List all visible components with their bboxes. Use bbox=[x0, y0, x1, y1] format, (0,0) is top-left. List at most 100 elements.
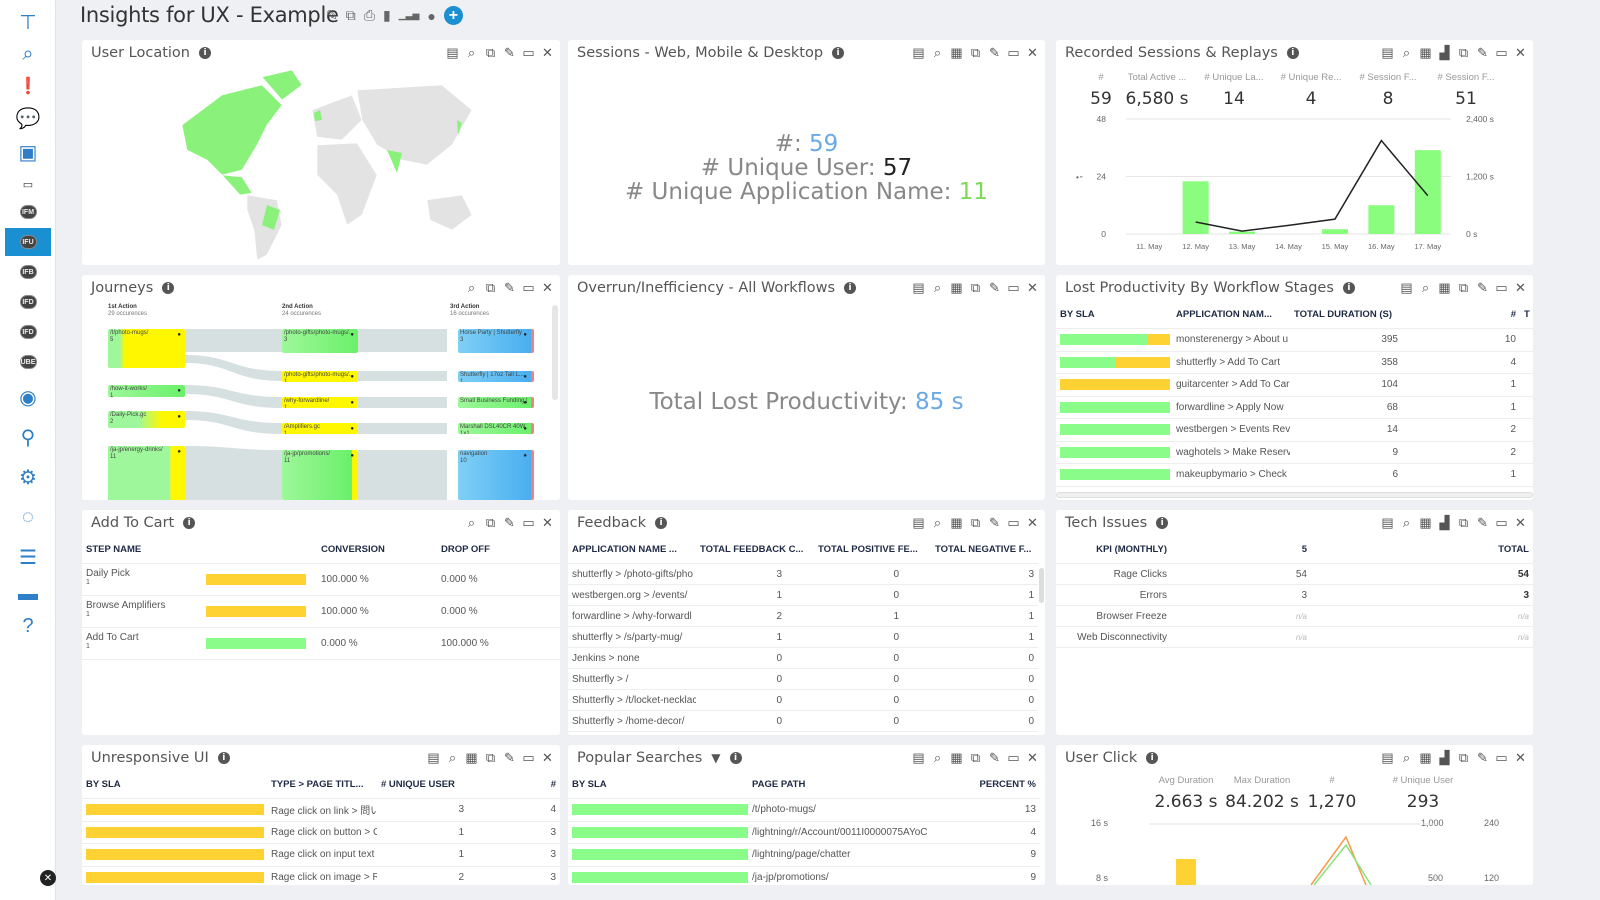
maximize-icon[interactable]: ▭ bbox=[1495, 750, 1508, 766]
maximize-icon[interactable]: ▭ bbox=[1007, 750, 1020, 766]
info-icon[interactable]: i bbox=[217, 752, 230, 764]
copy-icon[interactable]: ⧉ bbox=[484, 515, 497, 531]
info-icon[interactable]: i bbox=[183, 517, 196, 529]
calendar-icon[interactable]: ▦ bbox=[950, 750, 963, 766]
sidebar-item-sliders[interactable]: ☰ bbox=[6, 543, 50, 571]
table-row[interactable]: Rage Clicks 54 54 bbox=[1056, 563, 1533, 585]
journey-node[interactable]: Horse Party | Shutterfly 3 ● bbox=[458, 329, 534, 353]
copy-icon[interactable]: ⧉ bbox=[484, 750, 497, 766]
zoom-icon[interactable]: ⌕ bbox=[1400, 515, 1413, 531]
table-row[interactable]: Rage click on button > G13 bbox=[82, 821, 560, 844]
edit-icon[interactable]: ✎ bbox=[988, 515, 1001, 531]
sidebar-item-database[interactable]: ◉ bbox=[6, 383, 50, 411]
column-header[interactable]: # bbox=[482, 775, 560, 799]
maximize-icon[interactable]: ▭ bbox=[522, 45, 535, 61]
close-icon[interactable]: ✕ bbox=[541, 45, 554, 61]
table-row[interactable]: /lightning/page/chatter 9 bbox=[568, 843, 1040, 867]
close-icon[interactable]: ✕ bbox=[1026, 280, 1039, 296]
add-icon[interactable]: + bbox=[443, 6, 463, 25]
table-row[interactable]: forwardline > /why-forwardl 2 1 1 bbox=[568, 605, 1038, 627]
column-header[interactable]: TOTAL FEEDBACK C... bbox=[696, 540, 814, 564]
column-header[interactable]: T bbox=[1520, 305, 1533, 329]
comment-icon[interactable]: ● bbox=[427, 8, 435, 24]
copy-icon[interactable]: ⧉ bbox=[969, 750, 982, 766]
csv-export-icon[interactable]: ▤ bbox=[1381, 45, 1394, 61]
table-row[interactable]: Errors 3 3 bbox=[1056, 584, 1533, 606]
column-header[interactable]: 5 bbox=[1171, 540, 1311, 564]
csv-export-icon[interactable]: ▤ bbox=[1381, 750, 1394, 766]
zoom-icon[interactable]: ⌕ bbox=[465, 45, 478, 61]
info-icon[interactable]: i bbox=[1156, 517, 1169, 529]
sidebar-item-gear[interactable]: ⚙ bbox=[6, 463, 50, 491]
table-row[interactable]: Rage click on link > 問い 3 4 bbox=[82, 798, 560, 822]
column-header[interactable]: KPI (MONTHLY) bbox=[1056, 540, 1171, 564]
close-icon[interactable]: ✕ bbox=[1514, 750, 1527, 766]
copy-icon[interactable]: ⧉ bbox=[484, 45, 497, 61]
table-row[interactable]: Daily Pick 1 100.000 % 0.000 % bbox=[82, 563, 560, 596]
edit-icon[interactable]: ✎ bbox=[988, 750, 1001, 766]
column-header[interactable] bbox=[202, 540, 317, 564]
table-row[interactable]: Shutterfly > /home-decor/0 0 0 bbox=[568, 710, 1038, 732]
copy-icon[interactable]: ⧉ bbox=[969, 280, 982, 296]
zoom-icon[interactable]: ⌕ bbox=[931, 45, 944, 61]
close-icon[interactable]: ✕ bbox=[1026, 45, 1039, 61]
close-badge-icon[interactable]: ✕ bbox=[40, 870, 56, 886]
close-icon[interactable]: ✕ bbox=[541, 515, 554, 531]
csv-export-icon[interactable]: ▤ bbox=[1381, 515, 1394, 531]
table-row[interactable]: shutterfly > Add To Cart 358 4 bbox=[1056, 351, 1533, 374]
copy-icon[interactable]: ⧉ bbox=[969, 515, 982, 531]
csv-export-icon[interactable]: ▤ bbox=[427, 750, 440, 766]
edit-icon[interactable]: ✎ bbox=[503, 750, 516, 766]
column-header[interactable]: STEP NAME bbox=[82, 540, 202, 564]
info-icon[interactable]: i bbox=[199, 47, 211, 59]
edit-icon[interactable]: ✎ bbox=[1476, 515, 1489, 531]
calendar-icon[interactable]: ▦ bbox=[950, 280, 963, 296]
close-icon[interactable]: ✕ bbox=[1514, 280, 1527, 296]
table-row[interactable]: Web Disconnectivity n/a n/a bbox=[1056, 626, 1533, 648]
bar-chart-icon[interactable]: ▟ bbox=[1438, 45, 1451, 61]
table-row[interactable]: Rage click on image > Re 2 3 bbox=[82, 866, 560, 885]
zoom-icon[interactable]: ⌕ bbox=[931, 750, 944, 766]
maximize-icon[interactable]: ▭ bbox=[1007, 280, 1020, 296]
csv-export-icon[interactable]: ▤ bbox=[912, 280, 925, 296]
journey-node[interactable]: /Amplifiers.gc 1 ● bbox=[282, 423, 358, 434]
journey-node[interactable]: /t/photo-mugs/5 ● bbox=[108, 329, 185, 368]
table-row[interactable]: Browser Freeze n/a n/a bbox=[1056, 605, 1533, 627]
bar-chart-icon[interactable]: ▁▃▅ bbox=[399, 10, 420, 21]
maximize-icon[interactable]: ▭ bbox=[522, 515, 535, 531]
table-row[interactable]: Shutterfly > /0 0 0 bbox=[568, 668, 1038, 690]
info-icon[interactable]: i bbox=[655, 517, 668, 529]
sidebar-item-ifd[interactable]: IFD bbox=[6, 288, 50, 316]
table-row[interactable]: forwardline > Apply Now 68 1 bbox=[1056, 396, 1533, 419]
sidebar-item-loading-circle[interactable]: ◌ bbox=[6, 503, 50, 531]
column-header[interactable]: CONVERSION bbox=[317, 540, 437, 564]
calendar-icon[interactable]: ▦ bbox=[950, 45, 963, 61]
csv-export-icon[interactable]: ▤ bbox=[912, 45, 925, 61]
zoom-icon[interactable]: ⌕ bbox=[446, 750, 459, 766]
maximize-icon[interactable]: ▭ bbox=[1495, 515, 1508, 531]
calendar-icon[interactable]: ▦ bbox=[1419, 45, 1432, 61]
sidebar-item-alert[interactable]: ❗ bbox=[6, 72, 50, 100]
world-map[interactable] bbox=[162, 65, 482, 265]
table-row[interactable]: /lightning/r/Account/0011I0000075AYoC 4 bbox=[568, 821, 1040, 844]
csv-export-icon[interactable]: ▤ bbox=[912, 750, 925, 766]
zoom-icon[interactable]: ⌕ bbox=[465, 515, 478, 531]
maximize-icon[interactable]: ▭ bbox=[522, 750, 535, 766]
zoom-icon[interactable]: ⌕ bbox=[1400, 750, 1413, 766]
journey-node[interactable]: /ja-jp/promotions/11 ● bbox=[282, 450, 358, 500]
info-icon[interactable]: i bbox=[729, 752, 742, 764]
zoom-icon[interactable]: ⌕ bbox=[1400, 45, 1413, 61]
journey-node[interactable]: /why-forwardline/1 ● bbox=[282, 397, 358, 408]
column-header[interactable]: TOTAL NEGATIVE F... bbox=[931, 540, 1038, 564]
edit-icon[interactable]: ✎ bbox=[503, 515, 516, 531]
csv-export-icon[interactable]: ▤ bbox=[1400, 280, 1413, 296]
edit-icon[interactable]: ✎ bbox=[326, 7, 338, 24]
column-header[interactable]: PERCENT % bbox=[938, 775, 1040, 799]
copy-icon[interactable]: ⧉ bbox=[1457, 515, 1470, 531]
sidebar-item-ifb[interactable]: IFB bbox=[6, 258, 50, 286]
journey-node[interactable]: Shutterfly | 17oz Tall L... 1 ● bbox=[458, 371, 534, 382]
maximize-icon[interactable]: ▭ bbox=[1495, 45, 1508, 61]
close-icon[interactable]: ✕ bbox=[1026, 515, 1039, 531]
table-row[interactable]: makeupbymario > Check 6 1 bbox=[1056, 463, 1533, 487]
close-icon[interactable]: ✕ bbox=[541, 750, 554, 766]
